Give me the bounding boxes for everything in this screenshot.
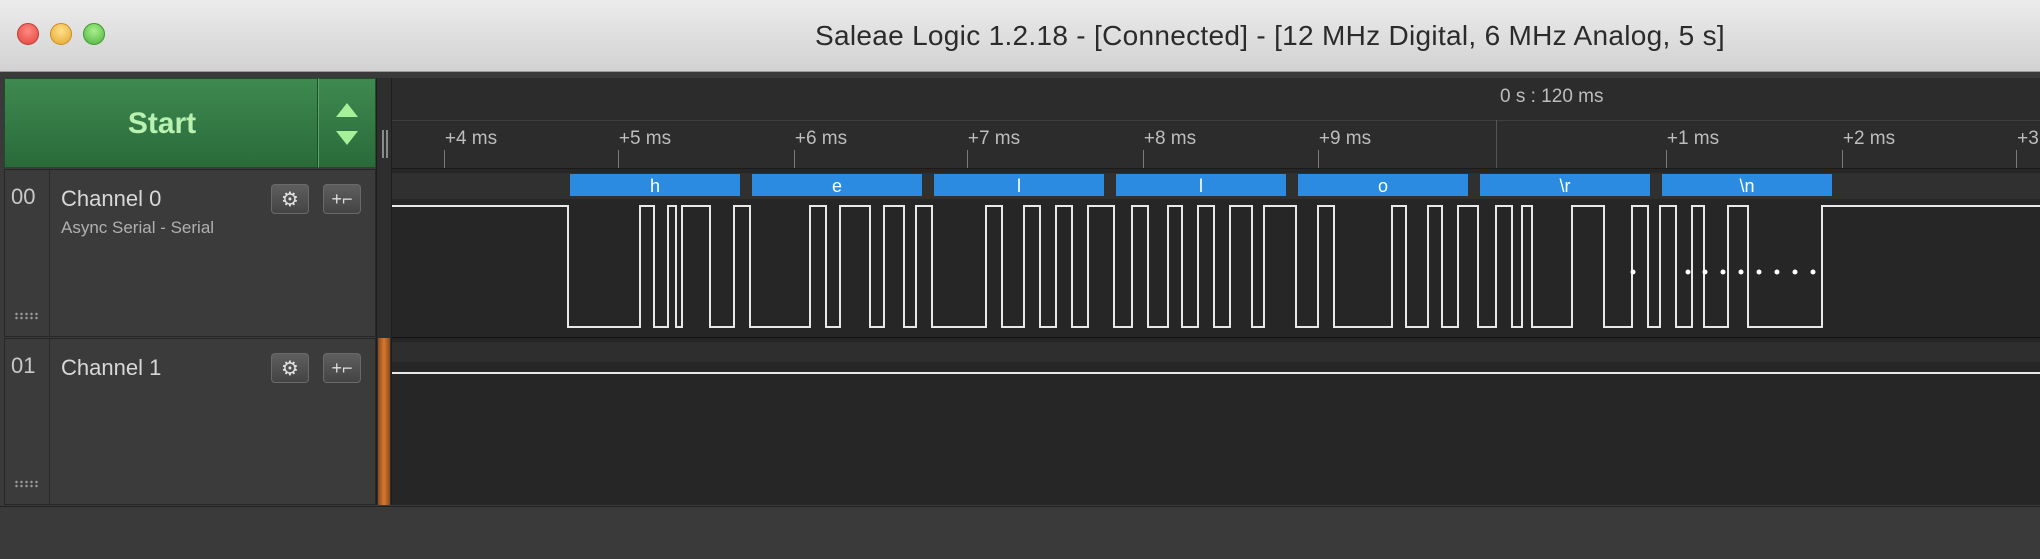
- channel-1-waveform-svg: [392, 342, 2040, 374]
- gear-icon: ⚙: [281, 188, 299, 211]
- channel-settings-button[interactable]: ⚙: [271, 184, 309, 214]
- tick-mark: [618, 150, 619, 168]
- tick-label: +9 ms: [1318, 128, 1372, 149]
- channel-0-panel[interactable]: 00 Channel 0 Async Serial - Serial ⚙ +⌐: [4, 169, 376, 337]
- ruler-origin-bar: 0 s : 120 ms: [392, 78, 2040, 121]
- channel-0-signal: [392, 205, 2040, 328]
- decoded-byte-label: e: [832, 176, 842, 196]
- gear-icon: ⚙: [281, 357, 299, 380]
- channel-0-waveform[interactable]: h e l l o \r \n: [392, 169, 2040, 338]
- tick-mark: [1143, 150, 1144, 168]
- decoded-byte-label: l: [1017, 176, 1021, 196]
- trigger-button[interactable]: +⌐: [323, 184, 361, 214]
- channel-1-waveform[interactable]: [392, 338, 2040, 505]
- tick-mark: [2016, 150, 2017, 168]
- tick-mark: [1666, 150, 1667, 168]
- tick-mark: [1842, 150, 1843, 168]
- channel-number: 01: [11, 353, 36, 378]
- start-button[interactable]: Start: [4, 78, 318, 168]
- bottom-bar: [0, 506, 2040, 559]
- channel-number: 00: [11, 184, 36, 209]
- triangle-down-icon[interactable]: [336, 131, 358, 145]
- tick-label: +2 ms: [1842, 128, 1896, 149]
- tick-label: +6 ms: [794, 128, 848, 149]
- channel-name[interactable]: Channel 1: [61, 355, 161, 381]
- tick-mark: [444, 150, 445, 168]
- decoded-byte-label: h: [650, 176, 660, 196]
- tick-mark: [967, 150, 968, 168]
- origin-line: [1496, 120, 1497, 168]
- edge-trigger-icon: +⌐: [331, 188, 353, 209]
- drag-grip-icon[interactable]: [14, 312, 40, 320]
- start-button-label: Start: [127, 107, 197, 140]
- decoded-byte-label: \n: [1739, 176, 1754, 196]
- tick-mark: [1318, 150, 1319, 168]
- channel-number-column: 00: [5, 170, 50, 336]
- channel-analyzer-label: Async Serial - Serial: [61, 218, 215, 237]
- tick-mark: [794, 150, 795, 168]
- bit-sample-dots: [1630, 269, 1816, 275]
- channel-name[interactable]: Channel 0: [61, 186, 161, 212]
- drag-grip-icon[interactable]: [14, 480, 40, 488]
- triangle-up-icon[interactable]: [336, 103, 358, 117]
- tick-label: +7 ms: [967, 128, 1021, 149]
- trigger-marker[interactable]: [378, 338, 390, 505]
- channel-1-decode-track: [392, 342, 2040, 362]
- channel-number-column: 01: [5, 339, 50, 504]
- window-title: Saleae Logic 1.2.18 - [Connected] - [12 …: [815, 20, 1725, 51]
- channel-0-waveform-svg: h e l l o \r \n: [392, 173, 2040, 328]
- tick-label: +4 ms: [444, 128, 498, 149]
- tick-label: +5 ms: [618, 128, 672, 149]
- time-origin-label: 0 s : 120 ms: [1500, 86, 1604, 107]
- tick-label: +3: [2017, 128, 2039, 149]
- decoded-byte-label: l: [1199, 176, 1203, 196]
- decoded-bytes: h e l l o \r \n: [570, 174, 1832, 196]
- trigger-button[interactable]: +⌐: [323, 353, 361, 383]
- channel-settings-button[interactable]: ⚙: [271, 353, 309, 383]
- tick-label: +1 ms: [1666, 128, 1720, 149]
- tick-label: +8 ms: [1143, 128, 1197, 149]
- start-options-box: [318, 78, 376, 168]
- time-ruler[interactable]: 0 s : 120 ms +4 ms +5 ms +6 ms +7 ms +8 …: [392, 78, 2040, 169]
- decoded-byte-label: o: [1378, 176, 1388, 196]
- window-titlebar: Saleae Logic 1.2.18 - [Connected] - [12 …: [0, 0, 2040, 72]
- edge-trigger-icon: +⌐: [331, 357, 353, 378]
- decoded-byte-label: \r: [1560, 176, 1571, 196]
- channel-1-panel[interactable]: 01 Channel 1 ⚙ +⌐: [4, 338, 376, 505]
